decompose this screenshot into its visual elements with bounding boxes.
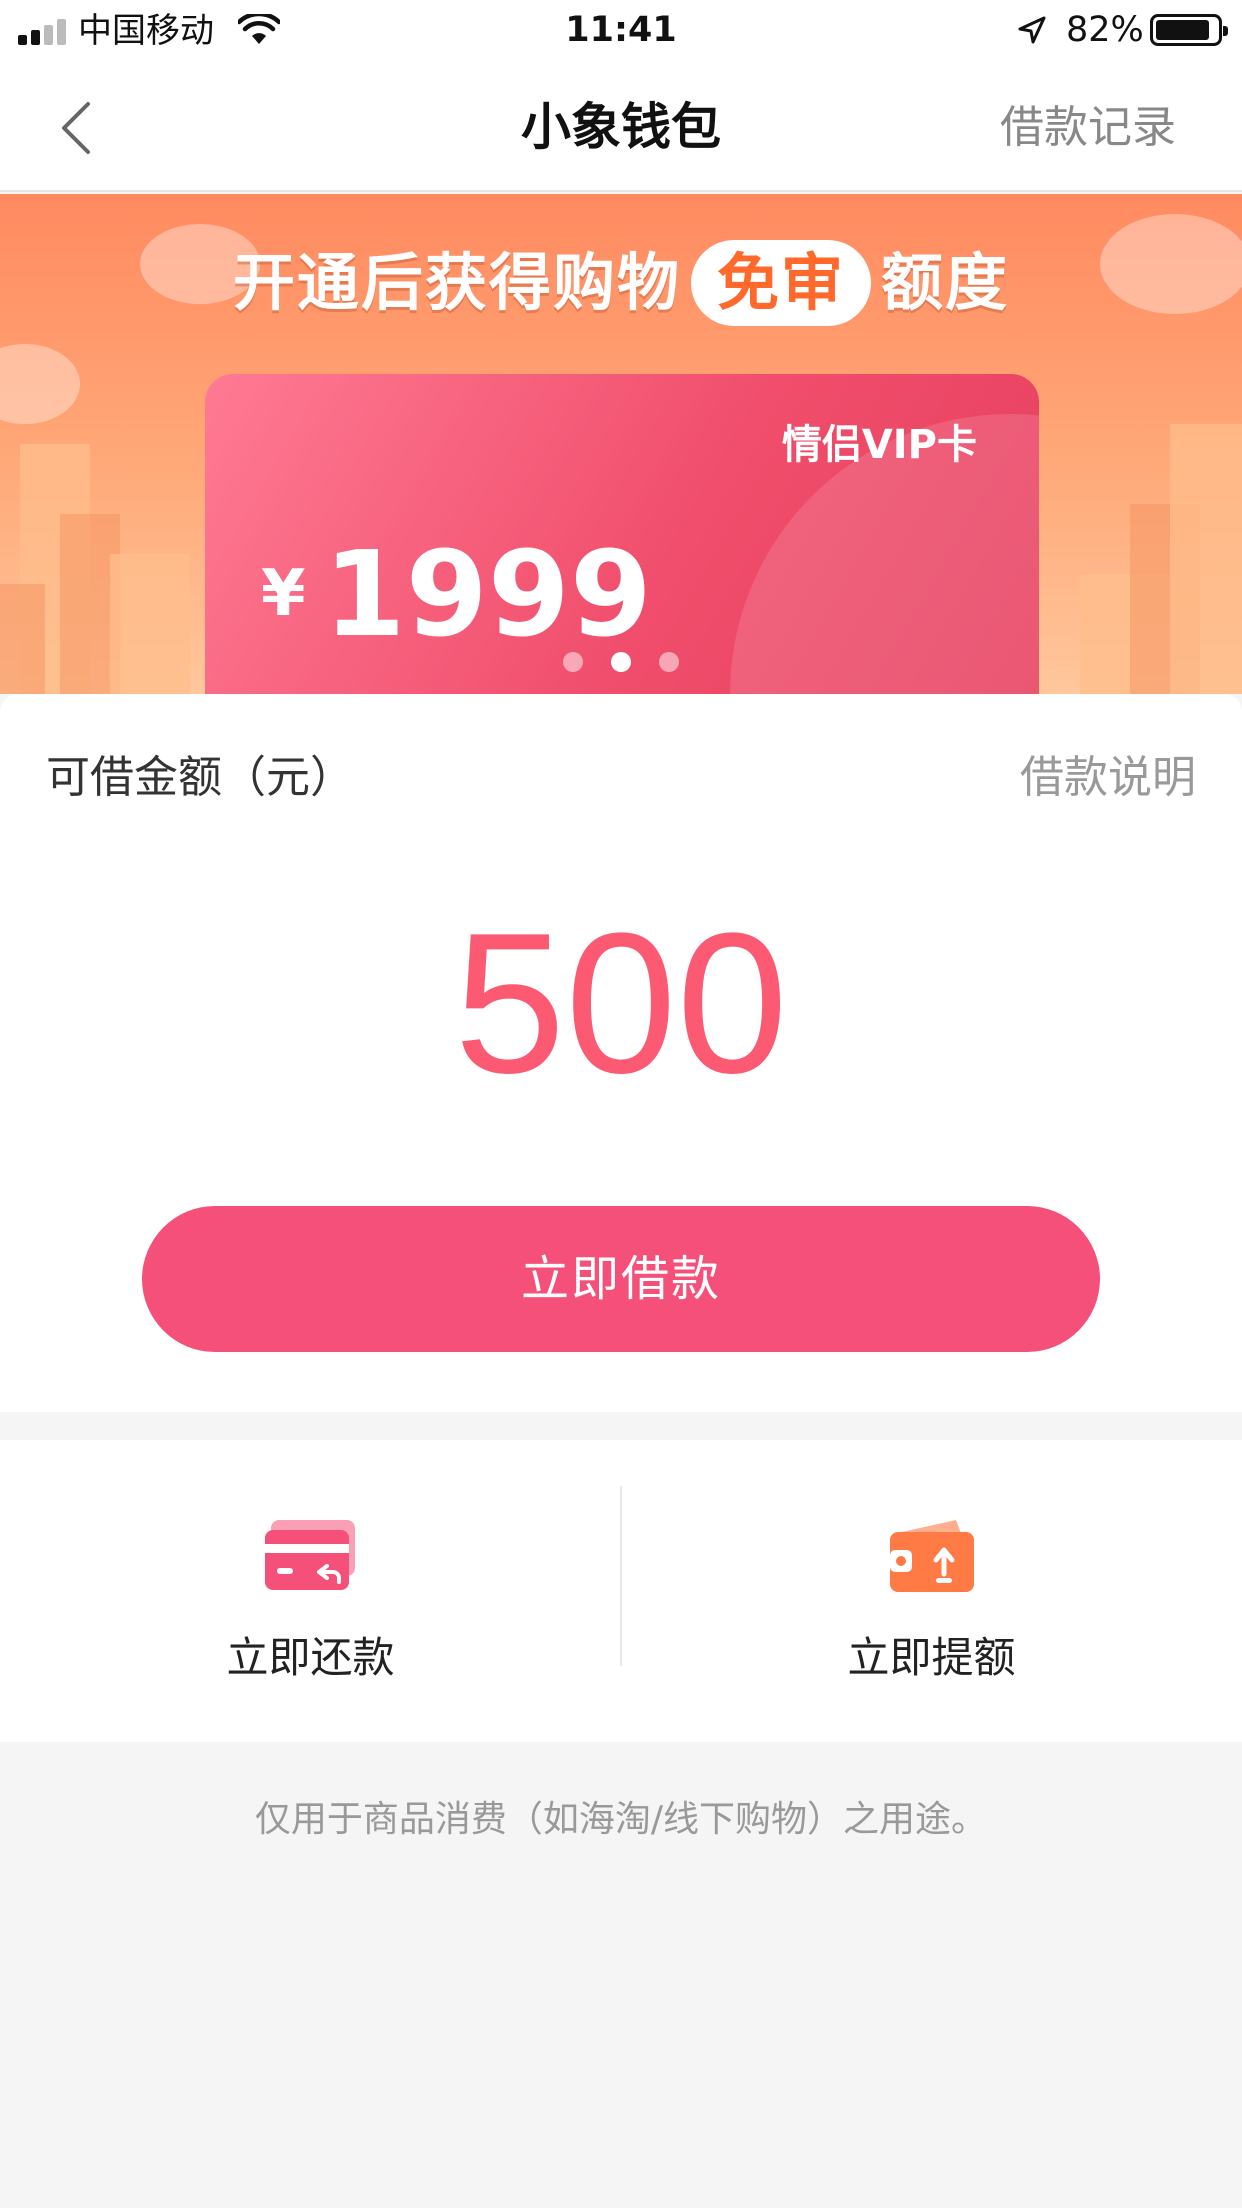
nav-bar: 小象钱包 借款记录 — [0, 62, 1242, 192]
raise-limit-label: 立即提额 — [847, 1633, 1016, 1682]
repay-now-label: 立即还款 — [226, 1633, 395, 1682]
battery-icon — [1150, 14, 1228, 46]
location-arrow-icon — [1018, 16, 1046, 44]
carousel-dot-active[interactable] — [611, 652, 631, 672]
carousel-dot[interactable] — [659, 652, 679, 672]
repay-card-icon — [265, 1520, 355, 1590]
loan-records-link[interactable]: 借款记录 — [1000, 100, 1176, 156]
raise-limit-button[interactable]: 立即提额 — [621, 1440, 1242, 1742]
banner-headline: 开通后获得购物 免审 额度 — [0, 240, 1242, 326]
wallet-upgrade-icon — [890, 1520, 974, 1592]
borrow-now-button[interactable]: 立即借款 — [142, 1206, 1100, 1352]
repay-now-button[interactable]: 立即还款 — [0, 1440, 621, 1742]
available-amount: 500 — [454, 892, 788, 1115]
quick-actions: 立即还款 立即提额 — [0, 1440, 1242, 1742]
vip-card-label: 情侣VIP卡 — [781, 422, 977, 468]
vip-card: 情侣VIP卡 ¥1999 — [205, 374, 1039, 694]
carousel-dot[interactable] — [563, 652, 583, 672]
usage-footnote: 仅用于商品消费（如海淘/线下购物）之用途。 — [254, 1799, 988, 1840]
vip-card-amount: ¥1999 — [261, 525, 652, 663]
carousel-indicator — [0, 652, 1242, 676]
promo-banner[interactable]: 开通后获得购物 免审 额度 情侣VIP卡 ¥1999 — [0, 194, 1242, 694]
clock: 11:41 — [565, 10, 677, 50]
headline-badge: 免审 — [690, 240, 871, 326]
loan-panel: 可借金额（元） 借款说明 500 立即借款 — [0, 694, 1242, 1412]
status-bar: 中国移动 11:41 82% — [0, 0, 1242, 62]
loan-info-link[interactable]: 借款说明 — [1020, 750, 1196, 806]
available-amount-label: 可借金额（元） — [46, 752, 354, 803]
battery-percent: 82% — [1066, 10, 1144, 50]
